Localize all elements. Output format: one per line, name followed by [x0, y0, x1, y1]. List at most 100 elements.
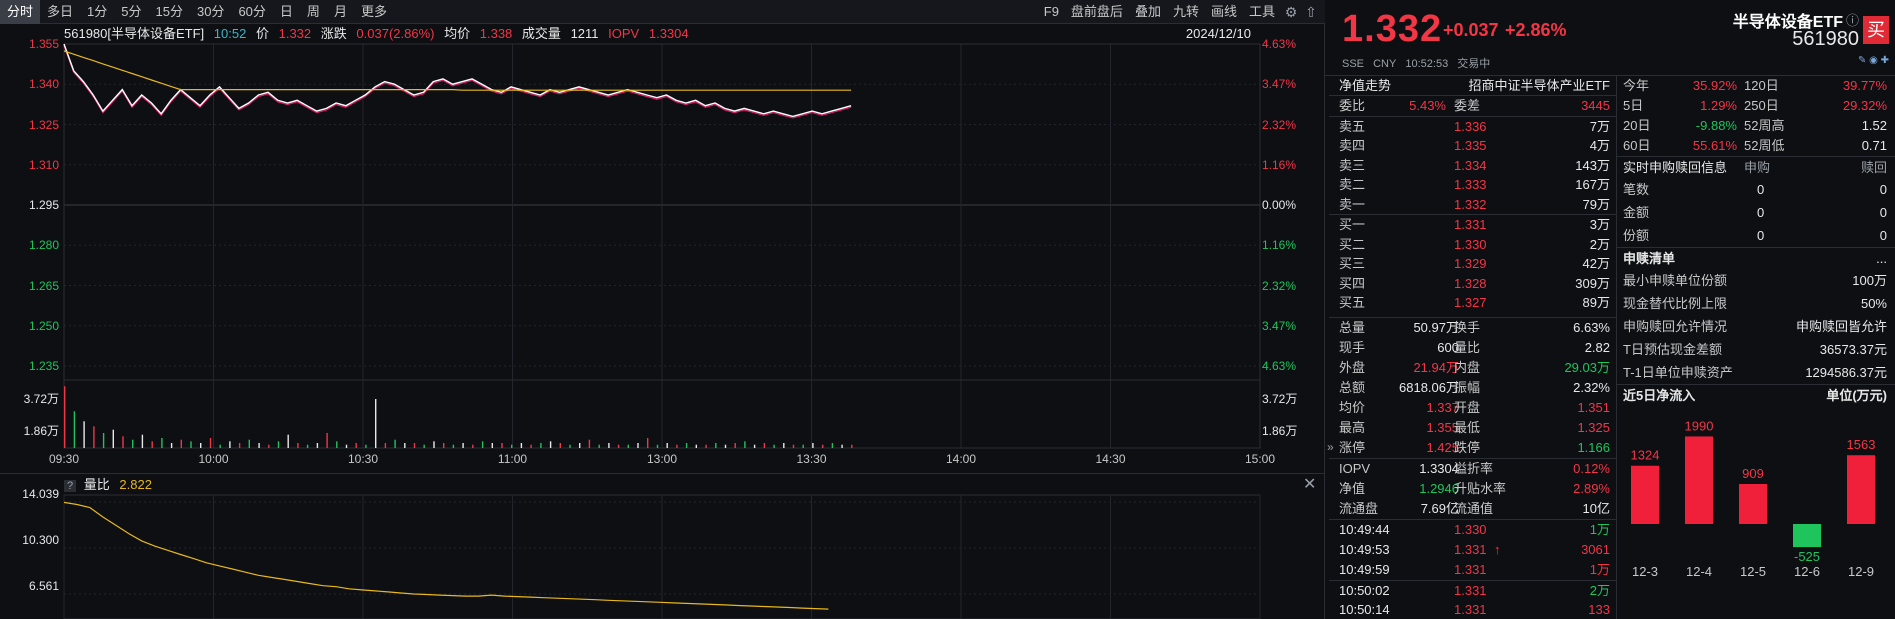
book-level[interactable]: 卖三 1.334 143万	[1329, 156, 1616, 176]
volume-bar	[170, 443, 173, 448]
list-value: 1294586.37元	[1805, 365, 1887, 380]
order-ratio-row: 委比 5.43% 委差 3445	[1329, 96, 1616, 116]
up-arrow-icon: ↑	[1494, 541, 1501, 557]
volume-bar	[715, 443, 717, 448]
creation-sub: 0	[1757, 182, 1765, 197]
stat-value: 1.351	[1577, 399, 1610, 415]
help-icon[interactable]: ?	[64, 480, 77, 492]
book-level[interactable]: 卖二 1.333 167万	[1329, 175, 1616, 195]
volume-bar	[404, 443, 406, 448]
level-price: 1.327	[1454, 295, 1487, 310]
level-volume: 79万	[1582, 196, 1610, 212]
level-volume: 3万	[1589, 217, 1610, 232]
stat-value: 6.63%	[1573, 319, 1610, 335]
book-level[interactable]: 卖一 1.332 79万	[1329, 195, 1616, 215]
sub-y-tick: 10.300	[22, 533, 59, 547]
book-level[interactable]: 卖五 1.336 7万	[1329, 117, 1616, 137]
creation-sub: 0	[1757, 228, 1765, 243]
tick-price: 1.331	[1454, 541, 1487, 557]
creation-title: 实时申购赎回信息	[1623, 160, 1728, 175]
info-icon[interactable]: ⓘ	[1846, 10, 1859, 29]
volume-bar	[744, 441, 746, 448]
volume-ratio-value: 2.822	[119, 477, 152, 492]
volume-tick-right: 1.86万	[1262, 424, 1298, 438]
y-axis-pct-tick: 1.16%	[1262, 157, 1297, 172]
stat-row: 均价 1.337 开盘 1.351	[1329, 398, 1616, 418]
list-title: 申赎清单	[1623, 251, 1676, 266]
toolbar-mini-icons[interactable]: ✎ ◉ ✚	[1858, 55, 1889, 66]
book-level[interactable]: 买二 1.330 2万	[1329, 235, 1616, 255]
volume-bar	[365, 444, 367, 448]
perf-value: 35.92%	[1692, 78, 1737, 93]
tick-row: 10:49:53 1.331 ↑ 3061	[1329, 540, 1616, 560]
tick-price: 1.331	[1454, 601, 1487, 617]
volume-bar	[676, 444, 678, 448]
book-level[interactable]: 卖四 1.335 4万	[1329, 136, 1616, 156]
volume-bar	[384, 443, 387, 448]
book-level[interactable]: 买五 1.327 89万	[1329, 293, 1616, 313]
list-value: 50%	[1860, 296, 1887, 311]
inflow-bar	[1847, 455, 1875, 524]
stat-row: 总量 50.97万 换手 6.63%	[1329, 318, 1616, 338]
volume-bar	[151, 441, 153, 448]
level-volume: 89万	[1582, 295, 1610, 310]
creation-red: 0	[1879, 228, 1887, 243]
level-label: 买五	[1339, 295, 1366, 310]
stat-row: 总额 6818.06万 振幅 2.32%	[1329, 378, 1616, 398]
order-diff-value: 3445	[1581, 98, 1610, 113]
etf-label: IOPV	[1339, 460, 1371, 476]
exchange: SSE	[1342, 58, 1365, 70]
creation-header: 实时申购赎回信息 申购 赎回	[1617, 156, 1895, 178]
level-label: 买一	[1339, 217, 1366, 232]
performance-row: 60日 55.61% 52周低 0.71	[1617, 136, 1895, 156]
perf-label: 52周低	[1744, 138, 1785, 153]
volume-bar	[180, 439, 182, 448]
volume-bar	[812, 443, 814, 448]
perf-label: 今年	[1623, 78, 1650, 93]
etf-row: 流通盘 7.69亿 流通值 10亿	[1329, 499, 1616, 519]
volume-bar	[258, 443, 260, 448]
y-axis-tick: 1.355	[28, 37, 59, 51]
creation-red: 0	[1879, 182, 1887, 197]
list-row: 最小申赎单位份额 100万	[1617, 269, 1895, 292]
more-icon[interactable]: ...	[1876, 248, 1887, 270]
intraday-chart[interactable]	[0, 0, 1325, 619]
creation-row: 笔数 0 0	[1617, 178, 1895, 201]
etf-label: 净值	[1339, 480, 1366, 496]
book-level[interactable]: 买一 1.331 3万	[1329, 215, 1616, 235]
tracking-index[interactable]: 招商中证半导体产业ETF	[1468, 76, 1610, 96]
stat-value: 21.94万	[1413, 359, 1459, 375]
nav-trend-link[interactable]: 净值走势	[1339, 76, 1391, 96]
quote-panel: 1.332 +0.037 +2.86% SSE CNY 10:52:53 交易中…	[1325, 0, 1895, 619]
volume-bar	[433, 441, 435, 448]
volume-tick: 1.86万	[23, 424, 59, 438]
volume-bar	[666, 443, 668, 448]
trade-stats: 总量 50.97万 换手 6.63% 现手 600 量比 2.82 外盘 21.94万 内盘 29.0…	[1329, 318, 1616, 458]
buy-button[interactable]: 买	[1863, 16, 1889, 44]
tick-time: 10:49:44	[1339, 521, 1390, 537]
level-label: 买二	[1339, 236, 1366, 252]
tick-time: 10:49:53	[1339, 541, 1390, 557]
tick-price: 1.331	[1454, 582, 1487, 598]
stat-value: 2.82	[1584, 339, 1610, 355]
etf-value: 10亿	[1582, 500, 1610, 516]
list-row: T-1日单位申赎资产 1294586.37元	[1617, 361, 1895, 384]
volume-bar	[200, 443, 202, 448]
volume-bar	[763, 443, 766, 448]
book-level[interactable]: 买四 1.328 309万	[1329, 274, 1616, 294]
level-label: 买四	[1339, 275, 1366, 291]
book-level[interactable]: 买三 1.329 42万	[1329, 254, 1616, 274]
close-icon[interactable]: ✕	[1303, 474, 1316, 494]
stat-label: 涨停	[1339, 439, 1366, 455]
inflow-date-label: 12-5	[1740, 564, 1766, 579]
volume-tick: 3.72万	[23, 392, 59, 406]
level-label: 卖二	[1339, 177, 1366, 192]
volume-bar	[122, 436, 124, 448]
creation-sub: 0	[1757, 205, 1765, 220]
net-inflow-chart: 1324 12-3 1990 12-4 909 12-5 -52512-6 1563 12-9	[1631, 418, 1876, 579]
volume-bar	[423, 444, 425, 448]
etf-value: 0.12%	[1573, 460, 1610, 476]
creation-row: 金额 0 0	[1617, 201, 1895, 224]
currency: CNY	[1373, 58, 1397, 70]
volume-bar	[627, 444, 629, 448]
